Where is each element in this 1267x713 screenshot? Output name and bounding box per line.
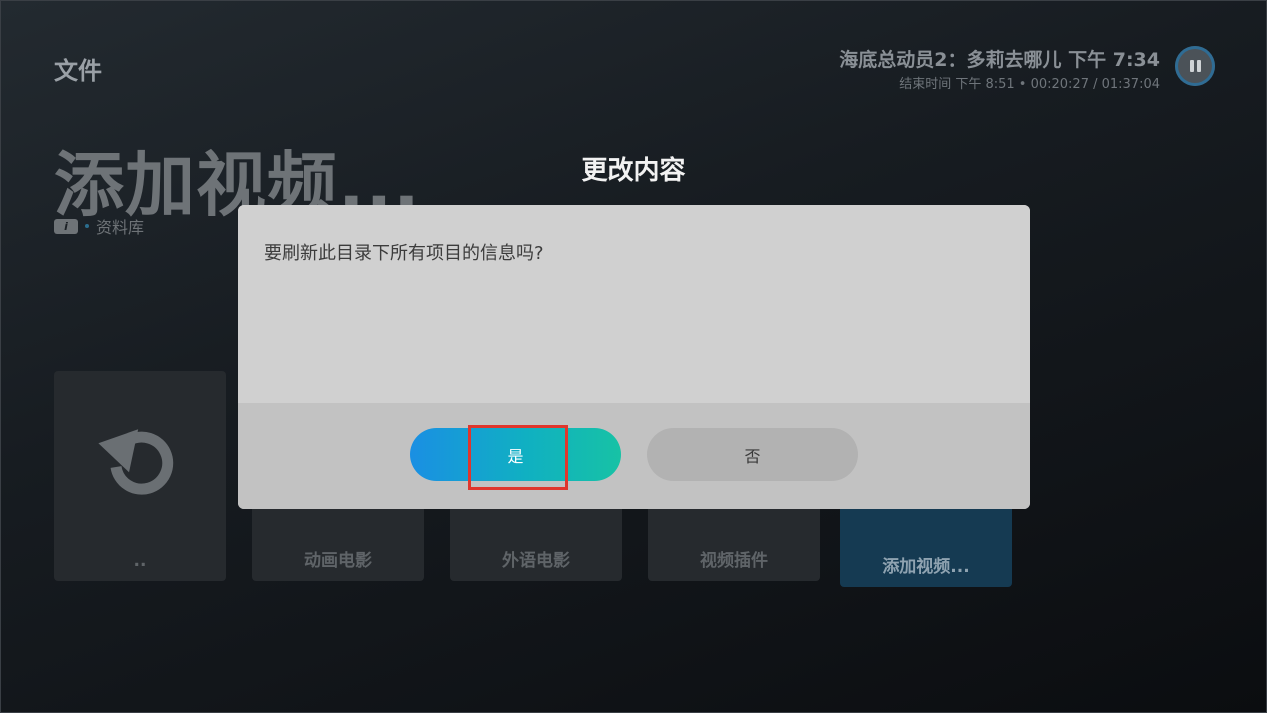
- tile-label: ..: [133, 551, 147, 571]
- breadcrumb-label: 资料库: [96, 218, 145, 237]
- breadcrumb: i 资料库: [54, 214, 144, 238]
- separator-dot: [85, 224, 89, 228]
- now-playing-subtitle: 结束时间 下午 8:51 • 00:20:27 / 01:37:04: [899, 77, 1160, 92]
- highlight-annotation: [468, 425, 568, 490]
- tile-label: 视频插件: [700, 551, 768, 571]
- section-title: 文件: [54, 57, 102, 85]
- tile-label: 外语电影: [502, 551, 570, 571]
- now-playing-title: 海底总动员2：多莉去哪儿 下午 7:34: [839, 49, 1160, 71]
- tile-parent-folder[interactable]: ..: [54, 371, 226, 581]
- dialog-title: 更改内容: [581, 156, 686, 186]
- pause-icon: [1189, 60, 1201, 72]
- info-icon: i: [54, 218, 78, 234]
- dialog-message: 要刷新此目录下所有项目的信息吗?: [238, 205, 1030, 403]
- pause-button[interactable]: [1175, 46, 1215, 86]
- dialog-footer: 是 否: [238, 403, 1030, 509]
- now-playing-info: 海底总动员2：多莉去哪儿 下午 7:34 结束时间 下午 8:51 • 00:2…: [839, 45, 1160, 92]
- confirm-dialog: 要刷新此目录下所有项目的信息吗? 是 否: [238, 205, 1030, 509]
- back-arrow-icon: [98, 429, 174, 495]
- tile-label: 添加视频...: [882, 557, 970, 577]
- no-button[interactable]: 否: [647, 428, 858, 481]
- tile-label: 动画电影: [304, 551, 372, 571]
